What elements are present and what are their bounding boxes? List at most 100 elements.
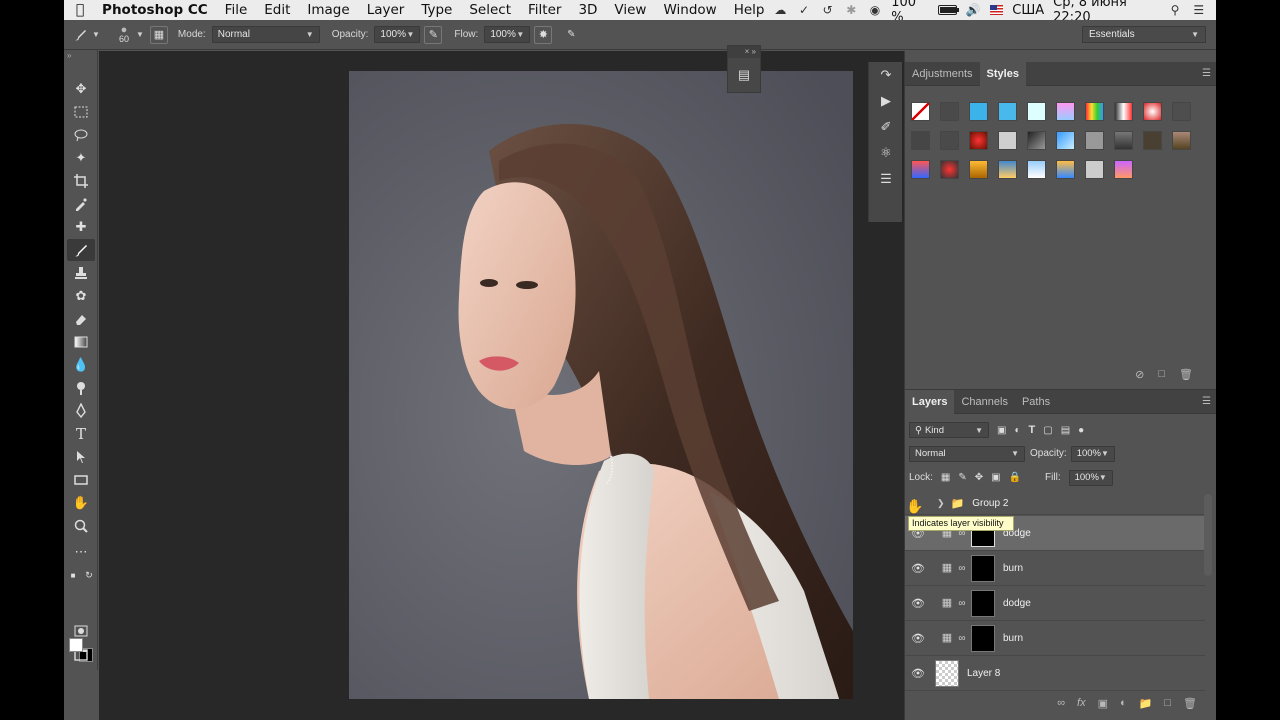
layer-filter-select[interactable]: ⚲ Kind ▼ <box>909 422 989 438</box>
style-swatch[interactable] <box>998 131 1017 150</box>
eyedropper-tool-icon[interactable] <box>67 193 95 215</box>
eraser-tool-icon[interactable] <box>67 308 95 330</box>
menu-layer[interactable]: Layer <box>358 2 413 18</box>
wifi-icon[interactable]: ◉ <box>868 3 883 17</box>
lock-artboard-icon[interactable]: ▣ <box>991 472 1000 483</box>
filter-adjustment-icon[interactable]: ◐ <box>1014 425 1020 436</box>
style-swatch[interactable] <box>1143 131 1162 150</box>
pressure-size-icon[interactable]: ✎ <box>558 29 584 40</box>
style-swatch[interactable] <box>1085 102 1104 121</box>
marquee-tool-icon[interactable] <box>67 101 95 123</box>
layer-style-fx-icon[interactable]: fx <box>1077 697 1086 710</box>
tool-preset-picker[interactable]: ▼ <box>64 27 108 43</box>
new-style-icon[interactable]: □ <box>1158 368 1165 381</box>
visibility-eye-icon[interactable]: 👁 <box>905 632 931 645</box>
blur-tool-icon[interactable]: 💧 <box>67 354 95 376</box>
layer-row[interactable]: 👁 ▦ ∞ dodge <box>905 586 1205 621</box>
layers-scrollbar[interactable] <box>1204 494 1212 576</box>
more-tools-icon[interactable]: ⋯ <box>67 541 95 563</box>
panel-menu-icon[interactable]: ☰ <box>1202 396 1211 407</box>
style-swatch[interactable] <box>911 102 930 121</box>
layer-row[interactable]: 👁 Layer 8 <box>905 656 1205 691</box>
healing-brush-tool-icon[interactable]: ✚ <box>67 216 95 238</box>
style-swatch[interactable] <box>998 102 1017 121</box>
visibility-eye-icon[interactable]: 👁 <box>905 562 931 575</box>
panel-menu-icon[interactable]: ☰ <box>1202 68 1211 79</box>
brush-panel-icon[interactable]: ✐ <box>869 114 903 140</box>
move-tool-icon[interactable]: ✥ <box>67 78 95 100</box>
path-selection-tool-icon[interactable] <box>67 446 95 468</box>
style-swatch[interactable] <box>940 102 959 121</box>
link-chain-icon[interactable]: ∞ <box>955 563 969 574</box>
style-swatch[interactable] <box>1172 102 1191 121</box>
tab-layers[interactable]: Layers <box>905 389 955 414</box>
style-swatch[interactable] <box>1056 131 1075 150</box>
menu-edit[interactable]: Edit <box>256 2 299 18</box>
opacity-input[interactable]: 100% ▼ <box>374 26 421 43</box>
clone-stamp-tool-icon[interactable] <box>67 262 95 284</box>
visibility-eye-icon[interactable]: 👁 <box>905 667 931 680</box>
style-swatch[interactable] <box>1114 102 1133 121</box>
expand-chevron-icon[interactable]: ❯ <box>937 498 945 509</box>
style-swatch[interactable] <box>940 160 959 179</box>
layer-mask-thumbnail[interactable] <box>971 589 995 617</box>
layer-opacity-input[interactable]: 100% ▼ <box>1070 445 1115 462</box>
group-row[interactable]: ❯ 📁 Group 2 <box>905 493 1205 515</box>
style-swatch[interactable] <box>1114 160 1133 179</box>
lasso-tool-icon[interactable] <box>67 124 95 146</box>
layer-name[interactable]: burn <box>1003 563 1023 574</box>
input-source-label[interactable]: США <box>1012 3 1044 18</box>
new-adjustment-layer-icon[interactable]: ◐ <box>1120 697 1127 710</box>
actions-panel-icon[interactable]: ▶ <box>869 88 903 114</box>
foreground-color-swatch[interactable] <box>69 638 83 652</box>
filter-smart-object-icon[interactable]: ▤ <box>1061 425 1070 436</box>
time-machine-icon[interactable]: ↺ <box>820 3 835 17</box>
clear-style-icon[interactable]: ⊘ <box>1135 368 1144 381</box>
menu-filter[interactable]: Filter <box>520 2 570 18</box>
delete-layer-icon[interactable]: 🗑 <box>1183 697 1197 710</box>
style-swatch[interactable] <box>969 131 988 150</box>
default-colors-icon[interactable]: ■ <box>66 568 80 582</box>
workspace-select[interactable]: Essentials ▼ <box>1082 26 1206 43</box>
bluetooth-icon[interactable]: ✱ <box>844 3 859 17</box>
menu-type[interactable]: Type <box>413 2 461 18</box>
lock-transparent-icon[interactable]: ▦ <box>941 472 950 483</box>
tab-paths[interactable]: Paths <box>1015 390 1057 414</box>
zoom-tool-icon[interactable] <box>67 515 95 537</box>
flow-input[interactable]: 100% ▼ <box>484 26 531 43</box>
brush-tool-icon[interactable] <box>67 239 95 261</box>
dodge-tool-icon[interactable] <box>67 377 95 399</box>
menu-help[interactable]: Help <box>725 2 773 18</box>
layer-row[interactable]: 👁 ▦ ∞ burn <box>905 551 1205 586</box>
spotlight-search-icon[interactable]: ⚲ <box>1168 3 1183 17</box>
style-swatch[interactable] <box>1027 160 1046 179</box>
filter-toggle-icon[interactable]: ● <box>1078 425 1084 436</box>
properties-panel-icon[interactable]: ☰ <box>869 166 903 192</box>
type-tool-icon[interactable]: T <box>67 423 95 445</box>
lock-position-icon[interactable]: ✥ <box>975 472 983 483</box>
pen-tool-icon[interactable] <box>67 400 95 422</box>
layer-row[interactable]: 👁 ▦ ∞ burn <box>905 621 1205 656</box>
layer-name[interactable]: burn <box>1003 633 1023 644</box>
style-swatch[interactable] <box>911 131 930 150</box>
lock-image-icon[interactable]: ✎ <box>958 472 966 483</box>
menu-3d[interactable]: 3D <box>570 2 606 18</box>
mode-select[interactable]: Normal ▼ <box>211 26 320 43</box>
link-layers-icon[interactable]: ∞ <box>1057 697 1065 710</box>
style-swatch[interactable] <box>911 160 930 179</box>
layer-name[interactable]: Layer 8 <box>967 668 1000 679</box>
airbrush-icon[interactable]: ✸ <box>534 25 553 44</box>
menu-app-name[interactable]: Photoshop CC <box>96 2 216 18</box>
collapse-toolbar-icon[interactable]: » <box>64 50 97 62</box>
lock-all-icon[interactable]: 🔒 <box>1009 472 1021 483</box>
blend-mode-select[interactable]: Normal ▼ <box>909 445 1025 462</box>
style-swatch[interactable] <box>1085 131 1104 150</box>
new-group-icon[interactable]: 📁 <box>1139 697 1153 710</box>
layer-thumbnail[interactable] <box>935 659 959 687</box>
document-image[interactable] <box>349 71 853 699</box>
crop-tool-icon[interactable] <box>67 170 95 192</box>
clone-source-icon[interactable]: ⚛ <box>869 140 903 166</box>
style-swatch[interactable] <box>1027 102 1046 121</box>
visibility-eye-icon[interactable]: 👁 <box>905 597 931 610</box>
style-swatch[interactable] <box>1085 160 1104 179</box>
